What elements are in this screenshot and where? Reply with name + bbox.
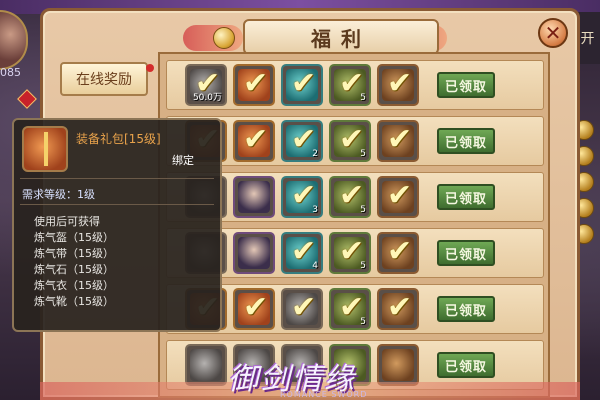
tooltip-use-header: 使用后可获得	[34, 215, 100, 228]
reward-item-slot[interactable]: ✔	[377, 288, 419, 330]
reward-row: ✔✔✔✔5✔已领取	[166, 284, 544, 334]
tooltip-content-line: 炼气石（15级）	[34, 263, 114, 276]
reward-row: ✔✔✔2✔5✔已领取	[166, 116, 544, 166]
player-stat-number: 085	[0, 66, 21, 79]
claimed-button[interactable]: 已领取	[437, 184, 495, 210]
claimed-button[interactable]: 已领取	[437, 296, 495, 322]
claimed-check-icon: ✔	[387, 66, 413, 101]
item-quantity: 3	[312, 205, 318, 215]
reward-item-slot[interactable]	[185, 344, 227, 386]
gift-box-icon	[22, 126, 68, 172]
claimed-check-icon: ✔	[243, 66, 269, 101]
reward-item-slot[interactable]: ✔ 5	[329, 120, 371, 162]
claimed-check-icon: ✔	[387, 178, 413, 213]
reward-item-slot[interactable]: ✔ 50.0万	[185, 64, 227, 106]
tooltip-content-line: 炼气靴（15级）	[34, 295, 114, 308]
claimed-check-icon: ✔	[387, 290, 413, 325]
claimed-check-icon: ✔	[291, 290, 317, 325]
reward-row: ✔ 3 ✔ 5 ✔ 已领取	[166, 172, 544, 222]
reward-row: ✔ 4 ✔ 5 ✔ 已领取	[166, 228, 544, 278]
game-logo: 御剑情缘 ROMANCE SWORD	[228, 352, 448, 400]
claimed-button[interactable]: 已领取	[437, 128, 495, 154]
reward-row: ✔ 50.0万 ✔ ✔ ✔ 5 ✔ 已领取	[166, 60, 544, 110]
claimed-button[interactable]: 已领取	[437, 72, 495, 98]
reward-item-slot[interactable]: ✔	[233, 64, 275, 106]
tooltip-content-line: 炼气带（15级）	[34, 247, 114, 260]
reward-item-icon	[238, 181, 270, 213]
panel-title: 福利	[243, 19, 439, 55]
reward-item-icon	[238, 237, 270, 269]
reward-item-slot[interactable]: ✔ 4	[281, 232, 323, 274]
orb-ornament-icon	[213, 27, 235, 49]
reward-item-slot[interactable]	[233, 176, 275, 218]
reward-item-slot[interactable]: ✔	[281, 64, 323, 106]
reward-item-slot[interactable]: ✔ 3	[281, 176, 323, 218]
close-icon: ✕	[544, 21, 562, 45]
tooltip-bind-status: 绑定	[172, 154, 194, 167]
claimed-check-icon: ✔	[243, 290, 269, 325]
item-quantity: 5	[360, 93, 366, 103]
reward-item-slot[interactable]: ✔ 5	[329, 232, 371, 274]
reward-item-slot[interactable]	[233, 232, 275, 274]
welfare-nav: 在线奖励	[60, 62, 150, 108]
tooltip-content-line: 炼气衣（15级）	[34, 279, 114, 292]
close-button[interactable]: ✕	[538, 18, 568, 48]
item-quantity: 50.0万	[192, 93, 222, 103]
item-quantity: 5	[360, 205, 366, 215]
notification-dot	[146, 64, 154, 72]
reward-item-slot[interactable]: ✔	[377, 176, 419, 218]
tooltip-content-line: 炼气盔（15级）	[34, 231, 114, 244]
item-quantity: 4	[312, 261, 318, 271]
reward-item-slot[interactable]: ✔	[377, 120, 419, 162]
item-quantity: 5	[360, 149, 366, 159]
reward-item-slot[interactable]: ✔	[281, 288, 323, 330]
reward-item-slot[interactable]: ✔ 5	[329, 64, 371, 106]
claimed-check-icon: ✔	[387, 234, 413, 269]
reward-item-slot[interactable]: ✔	[377, 232, 419, 274]
reward-item-slot[interactable]: ✔ 5	[329, 176, 371, 218]
item-quantity: 2	[312, 149, 318, 159]
reward-item-slot[interactable]: ✔ 5	[329, 288, 371, 330]
game-logo-subtitle: ROMANCE SWORD	[280, 390, 368, 399]
tooltip-divider	[20, 178, 214, 179]
claimed-check-icon: ✔	[387, 122, 413, 157]
reward-item-slot[interactable]: ✔ 2	[281, 120, 323, 162]
item-quantity: 5	[360, 261, 366, 271]
tooltip-divider	[20, 204, 214, 205]
claimed-button[interactable]: 已领取	[437, 240, 495, 266]
item-quantity: 5	[360, 317, 366, 327]
tooltip-level-requirement: 需求等级：1级	[22, 188, 95, 201]
reward-item-icon	[190, 349, 222, 381]
claimed-check-icon: ✔	[243, 122, 269, 157]
reward-item-slot[interactable]: ✔	[377, 64, 419, 106]
claimed-check-icon: ✔	[291, 66, 317, 101]
item-tooltip: 装备礼包[15级] 绑定 需求等级：1级 使用后可获得 炼气盔（15级） 炼气带…	[12, 118, 222, 332]
tooltip-item-name: 装备礼包[15级]	[76, 132, 161, 146]
reward-item-slot[interactable]: ✔	[233, 120, 275, 162]
reward-item-slot[interactable]: ✔	[233, 288, 275, 330]
nav-item-online-reward[interactable]: 在线奖励	[60, 62, 148, 96]
tooltip-contents: 使用后可获得 炼气盔（15级） 炼气带（15级） 炼气石（15级） 炼气衣（15…	[34, 214, 114, 310]
